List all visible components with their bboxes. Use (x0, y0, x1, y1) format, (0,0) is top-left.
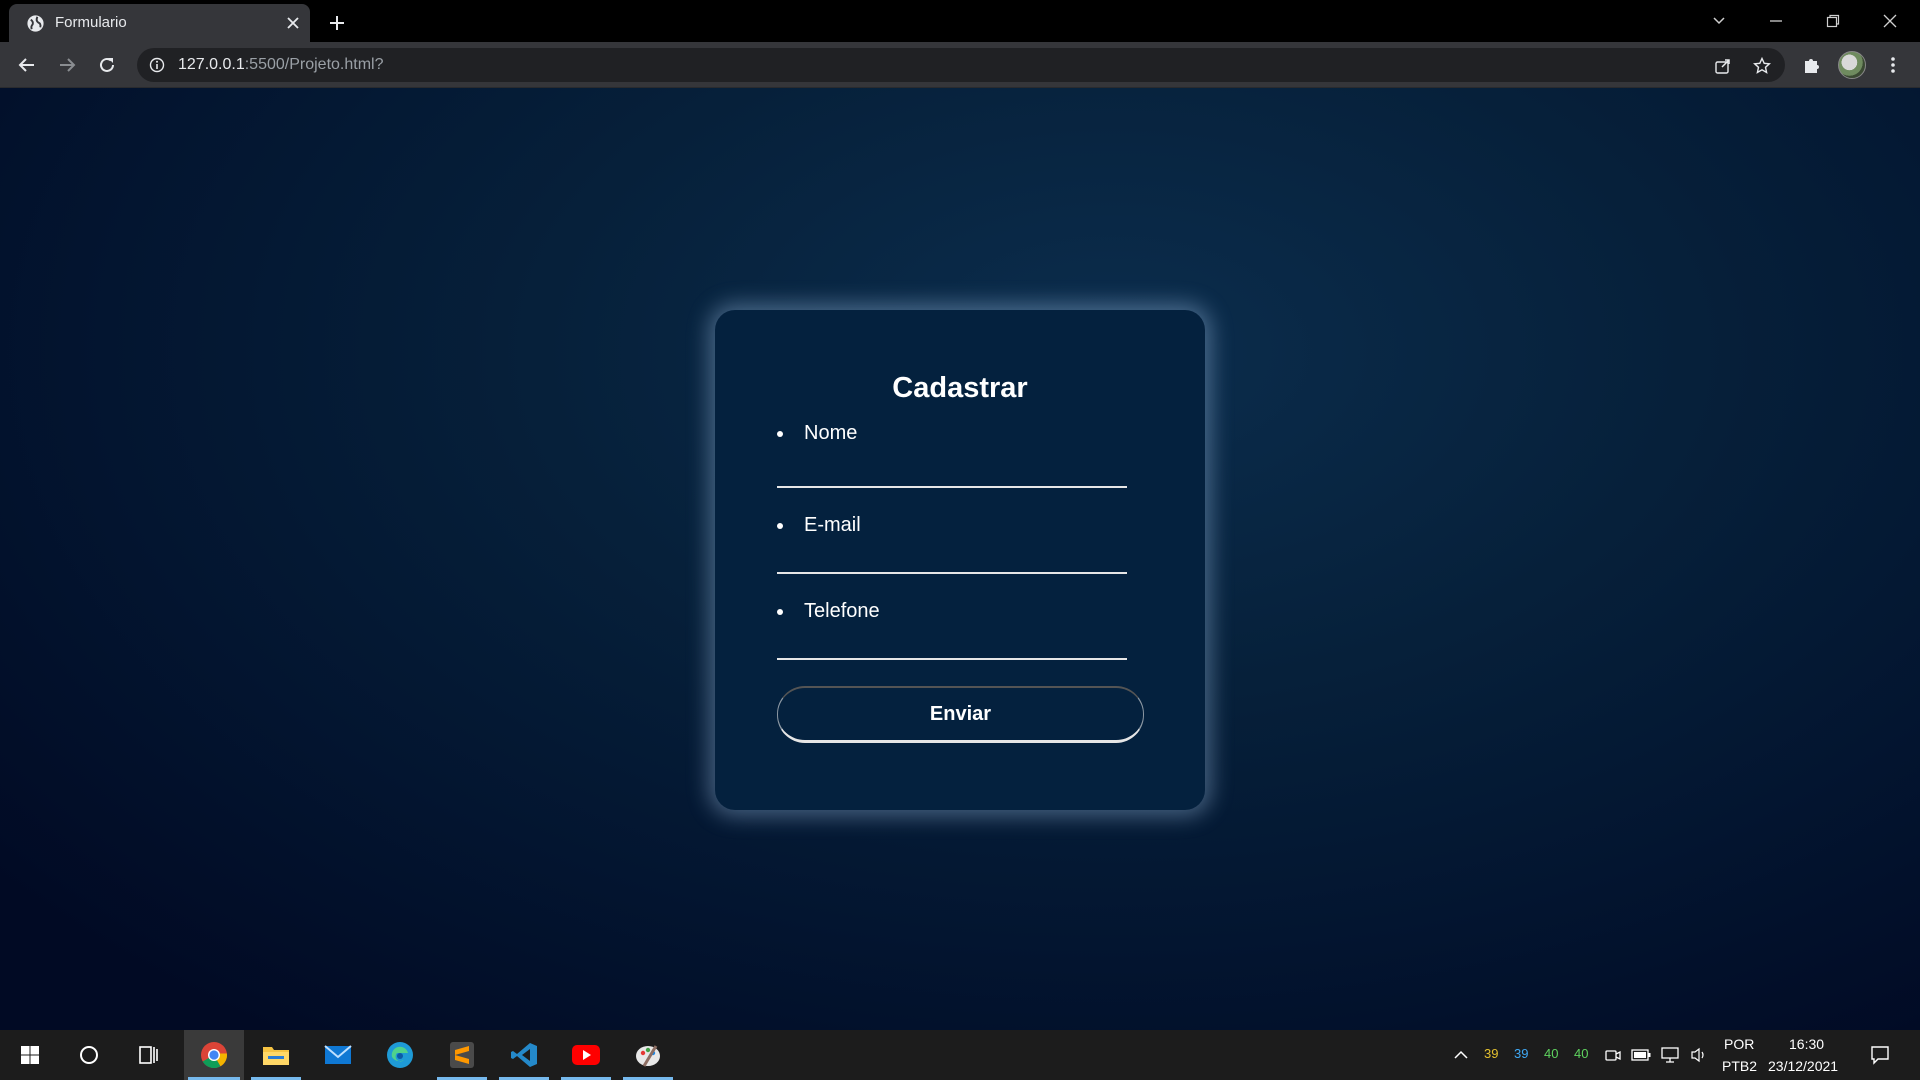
edge-icon[interactable] (371, 1030, 429, 1080)
form-title: Cadastrar (892, 372, 1028, 404)
back-arrow-icon[interactable] (12, 50, 42, 80)
network-icon[interactable] (1660, 1045, 1680, 1065)
close-tab-icon[interactable] (283, 13, 303, 33)
field-label-nome: Nome (804, 422, 858, 444)
search-icon[interactable] (60, 1030, 118, 1080)
bullet (777, 431, 783, 437)
profile-avatar[interactable] (1838, 51, 1866, 79)
email-input-underline[interactable] (777, 572, 1127, 574)
field-label-telefone: Telefone (804, 600, 880, 622)
vscode-icon[interactable] (495, 1030, 553, 1080)
signup-form-card: Cadastrar Nome E-mail Telefone Enviar (715, 310, 1205, 810)
start-icon[interactable] (1, 1030, 59, 1080)
reload-icon[interactable] (92, 50, 122, 80)
nome-input-underline[interactable] (777, 486, 1127, 488)
url-host: 127.0.0.1 (178, 56, 245, 73)
submit-button[interactable]: Enviar (777, 686, 1144, 743)
url-text: 127.0.0.1:5500/Projeto.html? (178, 56, 383, 74)
browser-tab[interactable]: Formulario (9, 4, 310, 42)
url-path: :5500/Projeto.html? (244, 56, 384, 73)
address-bar[interactable]: 127.0.0.1:5500/Projeto.html? (137, 48, 1785, 82)
tray-temp-4[interactable]: 40 (1574, 1046, 1588, 1061)
mail-icon[interactable] (309, 1030, 367, 1080)
show-hidden-icons-chevron-icon[interactable] (1451, 1045, 1471, 1065)
language-indicator[interactable]: POR (1724, 1036, 1754, 1052)
bookmark-star-icon[interactable] (1751, 55, 1773, 77)
keyboard-layout[interactable]: PTB2 (1722, 1058, 1757, 1074)
restore-icon[interactable] (1816, 6, 1850, 36)
sublime-text-icon[interactable] (433, 1030, 491, 1080)
meet-now-icon[interactable] (1603, 1045, 1623, 1065)
minimize-icon[interactable] (1759, 6, 1793, 36)
tray-temp-1[interactable]: 39 (1484, 1046, 1498, 1061)
close-window-icon[interactable] (1873, 6, 1907, 36)
share-icon[interactable] (1712, 55, 1734, 77)
windows-taskbar: 39 39 40 40 POR PTB2 16:30 23/12/2021 (0, 1030, 1920, 1080)
site-info-icon[interactable] (149, 57, 165, 73)
new-tab-plus-icon[interactable] (324, 10, 350, 36)
field-label-email: E-mail (804, 514, 861, 536)
volume-icon[interactable] (1689, 1045, 1709, 1065)
field-nome[interactable]: Nome (777, 422, 1127, 514)
forward-arrow-icon[interactable] (52, 50, 82, 80)
page-viewport: Cadastrar Nome E-mail Telefone Enviar (0, 88, 1920, 1030)
extensions-puzzle-icon[interactable] (1799, 52, 1825, 78)
bullet (777, 523, 783, 529)
menu-kebab-icon[interactable] (1880, 52, 1906, 78)
clock-date[interactable]: 23/12/2021 (1768, 1058, 1838, 1074)
tab-title: Formulario (55, 14, 127, 31)
tray-temp-3[interactable]: 40 (1544, 1046, 1558, 1061)
battery-icon[interactable] (1631, 1045, 1651, 1065)
globe-icon (26, 14, 45, 33)
tab-search-chevron-icon[interactable] (1702, 6, 1736, 36)
notification-center-icon[interactable] (1869, 1044, 1891, 1066)
clock-time[interactable]: 16:30 (1789, 1036, 1824, 1052)
browser-toolbar: 127.0.0.1:5500/Projeto.html? (0, 42, 1920, 88)
paint-icon[interactable] (619, 1030, 677, 1080)
tray-temp-2[interactable]: 39 (1514, 1046, 1528, 1061)
task-view-icon[interactable] (120, 1030, 178, 1080)
file-explorer-icon[interactable] (247, 1030, 305, 1080)
telefone-input-underline[interactable] (777, 658, 1127, 660)
browser-tabstrip: Formulario (0, 0, 1920, 42)
form-fields: Nome E-mail Telefone (777, 422, 1127, 686)
field-email[interactable]: E-mail (777, 514, 1127, 600)
field-telefone[interactable]: Telefone (777, 600, 1127, 686)
youtube-icon[interactable] (557, 1030, 615, 1080)
chrome-icon[interactable] (184, 1030, 244, 1080)
bullet (777, 609, 783, 615)
